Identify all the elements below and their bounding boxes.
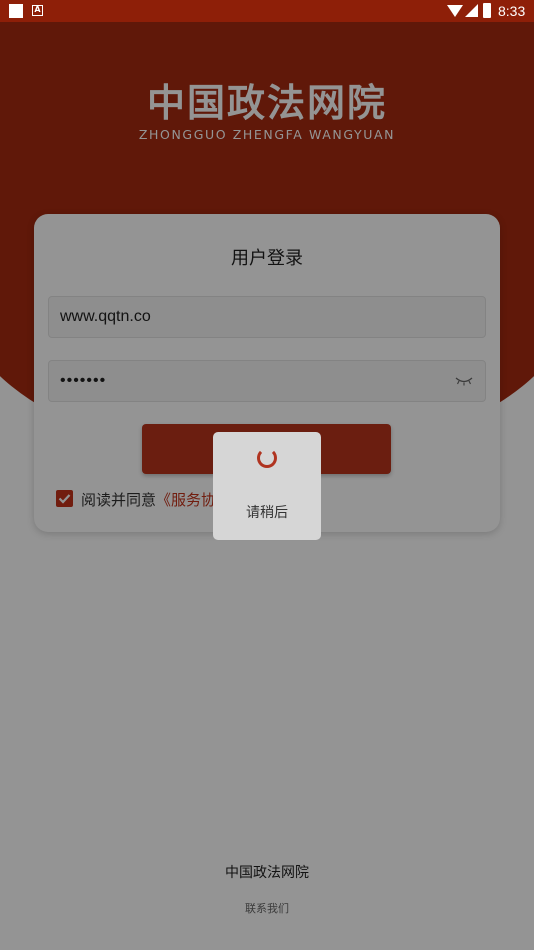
notification-a-icon: A [32,5,43,16]
login-screen: A 8:33 中国政法网院 ZHONGGUO ZHENGFA WANGYUAN … [0,0,534,950]
battery-icon [483,3,491,18]
loading-text: 请稍后 [246,505,288,521]
wifi-icon [447,5,463,17]
notification-square-icon [9,4,23,18]
signal-icon [465,4,478,17]
loading-toast: 请稍后 [213,432,321,540]
loading-spinner-icon [257,448,277,468]
status-bar: A 8:33 [0,0,534,22]
status-time: 8:33 [498,3,526,19]
